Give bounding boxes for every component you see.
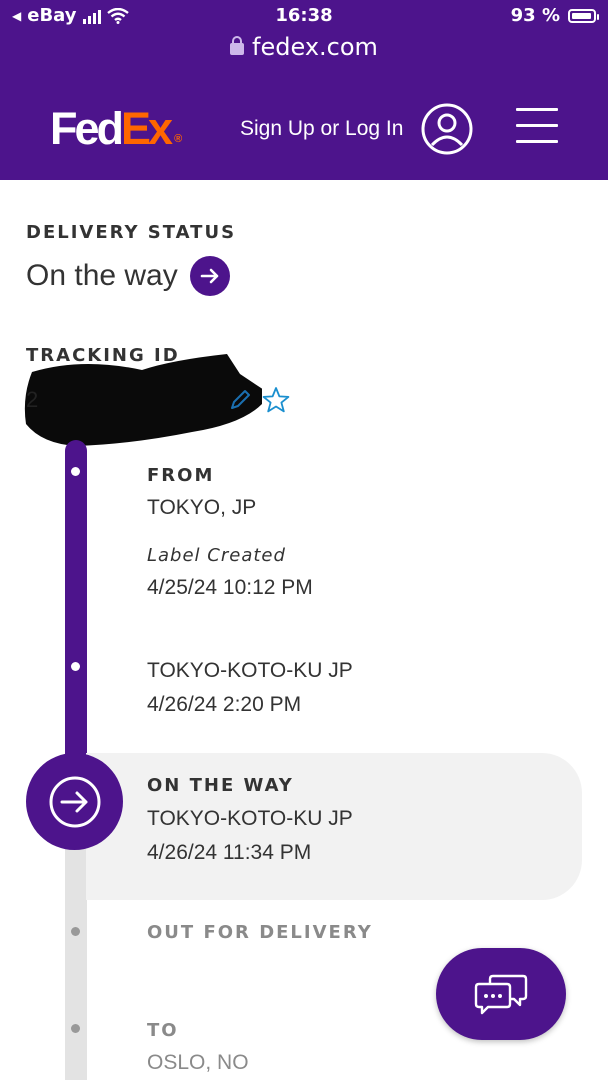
to-label: TO [147,1020,179,1041]
chat-button[interactable] [436,948,566,1040]
chat-bubbles-icon [474,974,528,1015]
timeline-dot [71,1024,80,1033]
status-bar: ◀ eBay 16:38 93 % [0,5,608,29]
arrow-right-circle-icon[interactable] [189,256,230,296]
battery-percent: 93 % [510,5,560,26]
from-location: TOKYO, JP [147,496,257,519]
scan-location: TOKYO-KOTO-KU JP [147,659,353,682]
hamburger-menu-icon[interactable] [516,108,558,144]
battery-icon [568,8,599,23]
signin-link[interactable]: Sign Up or Log In [240,117,403,141]
from-datetime: 4/25/24 10:12 PM [147,576,313,599]
current-location: TOKYO-KOTO-KU JP [147,807,353,830]
battery-status: 93 % [510,5,599,26]
user-circle-icon[interactable] [421,103,473,155]
delivery-status-label: DELIVERY STATUS [26,222,237,243]
delivery-status-text: On the way [26,259,178,292]
svg-text:2: 2 [26,387,38,412]
header-bar: ◀ eBay 16:38 93 % fedex.com FedEx ® Sign … [0,0,608,180]
lock-icon [230,36,245,55]
arrow-right-circle-icon [49,776,100,827]
out-for-delivery-label: OUT FOR DELIVERY [147,922,373,943]
current-datetime: 4/26/24 11:34 PM [147,841,312,864]
current-step-marker [26,753,123,850]
timeline-dot [71,927,80,936]
url-bar[interactable]: fedex.com [0,33,608,61]
redacted-tracking-id: 2 [24,354,262,446]
star-outline-icon[interactable] [262,386,290,414]
to-location: OSLO, NO [147,1051,249,1074]
from-event: Label Created [147,545,286,566]
scan-datetime: 4/26/24 2:20 PM [147,693,302,716]
timeline-dot [71,467,80,476]
url-text: fedex.com [252,33,378,61]
fedex-logo[interactable]: FedEx ® [50,106,182,151]
current-status-label: ON THE WAY [147,775,294,796]
from-label: FROM [147,465,215,486]
delivery-status-value[interactable]: On the way [26,256,230,296]
timeline-dot [71,662,80,671]
pencil-icon[interactable] [228,388,252,412]
